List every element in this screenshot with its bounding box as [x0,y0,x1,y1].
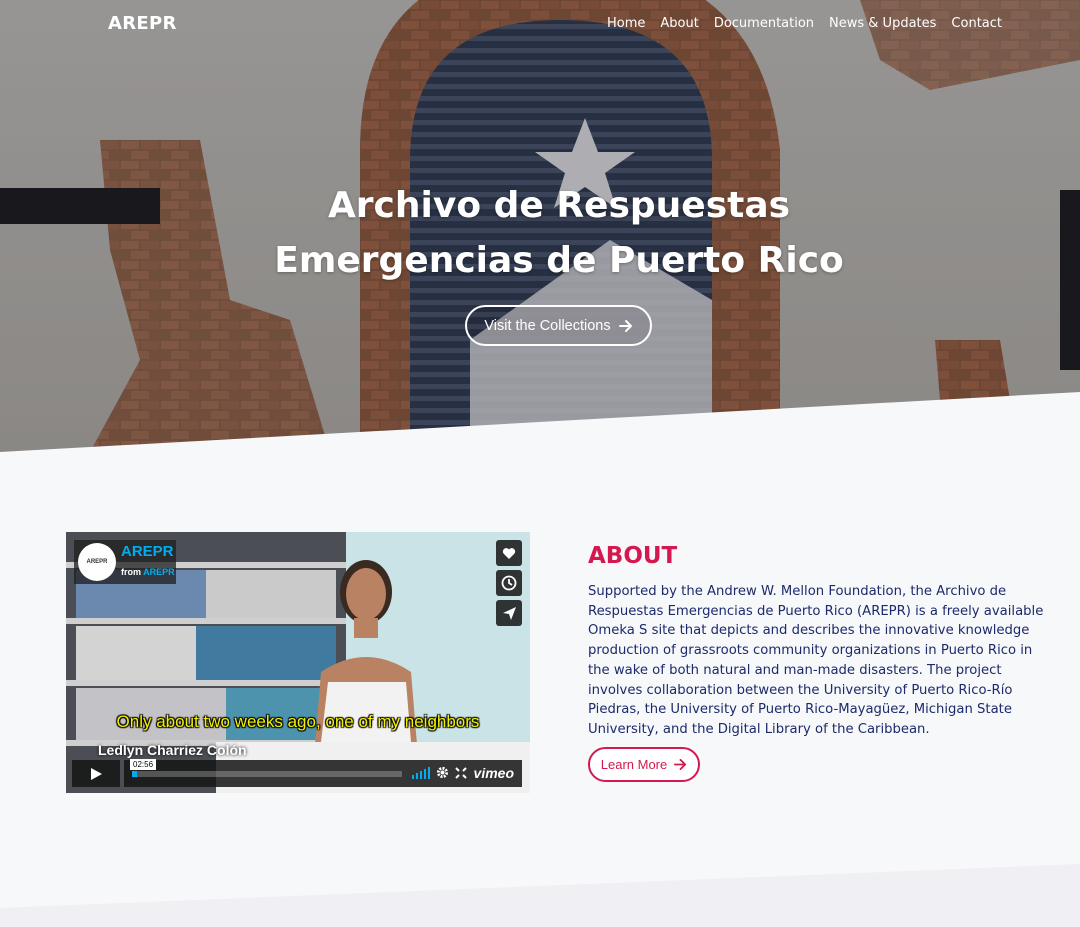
arrow-right-icon [618,319,632,332]
hero-title: Archivo de Respuestas Emergencias de Pue… [0,178,1080,288]
play-button[interactable] [72,760,120,787]
hero-title-line2: Emergencias de Puerto Rico [274,240,844,281]
nav-menu: Home About Documentation News & Updates … [607,16,1002,31]
visit-collections-label: Visit the Collections [484,317,611,334]
progress-fill [132,771,138,777]
time-tooltip: 02:56 [130,759,157,770]
hero-title-line1: Archivo de Respuestas [327,185,791,226]
about-heading: ABOUT [588,543,678,569]
video-actions [496,540,522,626]
hero-slant-divider [0,392,1080,452]
learn-more-button[interactable]: Learn More [588,747,700,782]
play-icon [91,767,102,780]
send-icon [502,606,516,620]
control-icons [412,766,467,779]
channel-from: from AREPR [121,567,175,577]
nav-item-news-updates[interactable]: News & Updates [829,16,936,31]
fullscreen-icon[interactable] [455,766,467,779]
volume-icon[interactable] [412,766,430,779]
like-button[interactable] [496,540,522,566]
channel-avatar[interactable]: AREPR [78,543,116,581]
nav-item-about[interactable]: About [660,16,698,31]
clock-icon [501,575,517,591]
arrow-right-icon [674,758,687,771]
about-body: Supported by the Andrew W. Mellon Founda… [588,584,1044,737]
nav-item-home[interactable]: Home [607,16,645,31]
progress-bar[interactable]: 02:56 [130,759,402,777]
video-player[interactable]: AREPR AREPR from AREPR Only about two we… [66,532,530,793]
learn-more-label: Learn More [600,757,668,772]
site-logo[interactable]: AREPR [108,13,177,34]
watch-later-button[interactable] [496,570,522,596]
share-button[interactable] [496,600,522,626]
video-subtitle: Only about two weeks ago, one of my neig… [116,712,480,731]
vimeo-logo[interactable]: vimeo [474,765,514,781]
settings-gear-icon[interactable] [436,766,449,779]
control-bar: 02:56 vimeo [124,759,522,787]
video-controls: 02:56 vimeo [72,759,522,787]
heart-icon [502,547,516,559]
video-speaker-name: Ledlyn Charriez Colón [98,742,247,758]
channel-from-link[interactable]: AREPR [143,567,175,577]
nav-item-contact[interactable]: Contact [951,16,1002,31]
hero: AREPR Home About Documentation News & Up… [0,0,1080,452]
channel-badge[interactable]: AREPR AREPR from AREPR [74,540,176,584]
footer-slant-divider [0,864,1080,927]
nav-item-documentation[interactable]: Documentation [714,16,814,31]
channel-title[interactable]: AREPR [121,543,174,560]
top-nav: AREPR Home About Documentation News & Up… [0,0,1080,50]
visit-collections-button[interactable]: Visit the Collections [465,305,652,346]
